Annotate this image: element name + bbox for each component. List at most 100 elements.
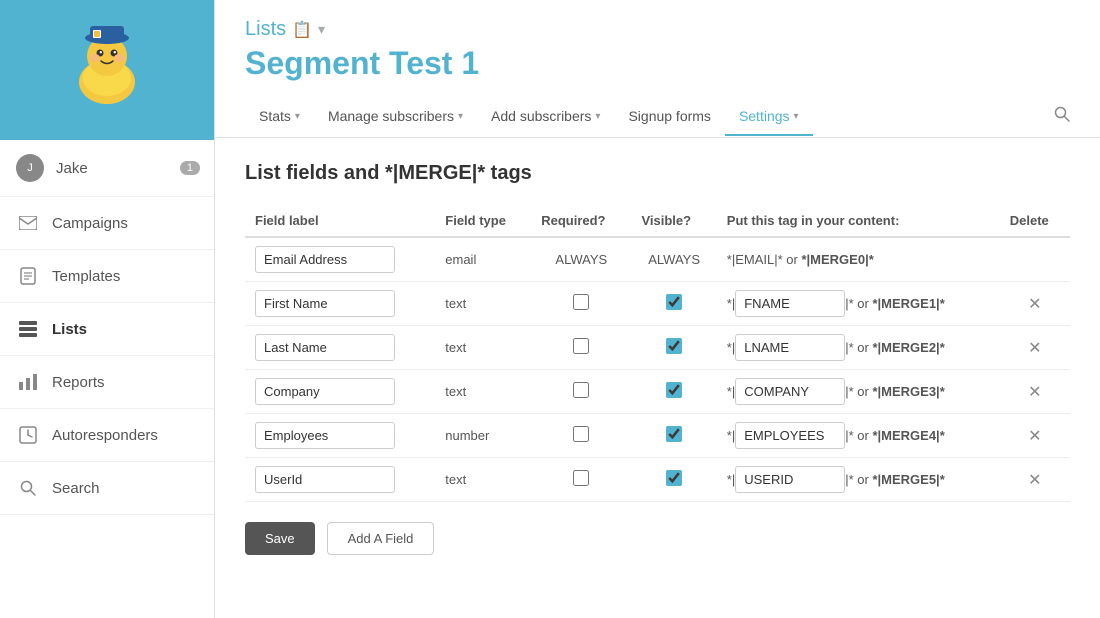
- table-row: text *||* or *|MERGE3|* ✕: [245, 370, 1070, 414]
- visible-cell-0: ALWAYS: [631, 237, 716, 282]
- visible-always-0: ALWAYS: [648, 252, 700, 267]
- sidebar-item-user[interactable]: J Jake 1: [0, 140, 214, 197]
- visible-checkbox-4[interactable]: [666, 426, 682, 442]
- stats-arrow-icon: ▾: [295, 111, 300, 122]
- field-label-input-4[interactable]: [255, 422, 395, 449]
- required-checkbox-4[interactable]: [573, 426, 589, 442]
- sidebar-item-reports[interactable]: Reports: [0, 356, 214, 409]
- required-checkbox-5[interactable]: [573, 470, 589, 486]
- page-title-text: Segment Test: [245, 45, 452, 81]
- delete-button-2[interactable]: ✕: [1022, 336, 1047, 360]
- table-row: email ALWAYS ALWAYS *|EMAIL|* or *|MERGE…: [245, 237, 1070, 282]
- header-search-icon[interactable]: [1040, 96, 1070, 137]
- merge-tag-cell-2: *| |* or *|MERGE2|*: [717, 326, 1000, 370]
- merge-input-4[interactable]: [735, 422, 845, 449]
- sidebar-item-campaigns[interactable]: Campaigns: [0, 197, 214, 250]
- delete-button-1[interactable]: ✕: [1022, 292, 1047, 316]
- add-field-button[interactable]: Add A Field: [327, 522, 435, 555]
- lists-icon: [16, 317, 40, 341]
- delete-button-3[interactable]: ✕: [1022, 380, 1047, 404]
- visible-checkbox-5[interactable]: [666, 470, 682, 486]
- tab-settings-label: Settings: [739, 108, 790, 124]
- merge-tag-cell-5: *| |* or *|MERGE5|*: [717, 458, 1000, 502]
- field-type-0: email: [435, 237, 531, 282]
- required-checkbox-2[interactable]: [573, 338, 589, 354]
- tab-settings[interactable]: Settings ▾: [725, 98, 813, 136]
- field-label-input-1[interactable]: [255, 290, 395, 317]
- merge-pipe-3: *|: [727, 384, 735, 399]
- tab-stats-label: Stats: [259, 108, 291, 124]
- merge-suffix-3: |* or *|MERGE3|*: [845, 384, 945, 399]
- reports-label: Reports: [52, 374, 105, 391]
- sidebar-user-label: Jake: [56, 160, 88, 177]
- field-type-5: text: [435, 458, 531, 502]
- merge-suffix-2: |* or *|MERGE2|*: [845, 340, 945, 355]
- tab-signup-forms[interactable]: Signup forms: [614, 98, 724, 136]
- user-badge: 1: [180, 161, 200, 175]
- sidebar-header: [0, 0, 214, 140]
- tab-stats[interactable]: Stats ▾: [245, 98, 314, 136]
- delete-button-5[interactable]: ✕: [1022, 468, 1047, 492]
- col-required: Required?: [531, 205, 631, 237]
- merge-input-1[interactable]: [735, 290, 845, 317]
- content-area: List fields and *|MERGE|* tags Field lab…: [215, 138, 1100, 618]
- tab-signup-forms-label: Signup forms: [628, 108, 710, 124]
- visible-checkbox-3[interactable]: [666, 382, 682, 398]
- sidebar-item-lists[interactable]: Lists: [0, 303, 214, 356]
- visible-checkbox-2[interactable]: [666, 338, 682, 354]
- delete-cell-0: [1000, 237, 1070, 282]
- sidebar: J Jake 1 Campaigns Templates Lists Repor…: [0, 0, 215, 618]
- manage-subscribers-arrow-icon: ▾: [458, 111, 463, 122]
- page-title: Segment Test 1: [245, 45, 1070, 82]
- table-row: number *| |* or *|MERGE4|* ✕: [245, 414, 1070, 458]
- merge-input-2[interactable]: [735, 334, 845, 361]
- field-type-2: text: [435, 326, 531, 370]
- merge-pipe-1: *|: [727, 296, 735, 311]
- merge-tag-cell-1: *| |* or *|MERGE1|*: [717, 282, 1000, 326]
- merge-suffix-4: |* or *|MERGE4|*: [845, 428, 945, 443]
- col-merge-tag: Put this tag in your content:: [717, 205, 1000, 237]
- nav-tabs: Stats ▾ Manage subscribers ▾ Add subscri…: [215, 96, 1100, 138]
- action-buttons: Save Add A Field: [245, 522, 1070, 555]
- merge-pipe-5: *|: [727, 472, 735, 487]
- field-label-input-5[interactable]: [255, 466, 395, 493]
- tab-add-subscribers[interactable]: Add subscribers ▾: [477, 98, 614, 136]
- search-icon: [16, 476, 40, 500]
- field-label-input-2[interactable]: [255, 334, 395, 361]
- merge-input-3[interactable]: [735, 378, 845, 405]
- required-always-0: ALWAYS: [555, 252, 607, 267]
- save-button[interactable]: Save: [245, 522, 315, 555]
- field-type-1: text: [435, 282, 531, 326]
- section-title: List fields and *|MERGE|* tags: [245, 162, 1070, 185]
- col-field-type: Field type: [435, 205, 531, 237]
- merge-tag-cell-0: *|EMAIL|* or *|MERGE0|*: [717, 237, 1000, 282]
- sidebar-item-autoresponders[interactable]: Autoresponders: [0, 409, 214, 462]
- required-checkbox-3[interactable]: [573, 382, 589, 398]
- merge-input-5[interactable]: [735, 466, 845, 493]
- merge-pipe-4: *|: [727, 428, 735, 443]
- fields-table: Field label Field type Required? Visible…: [245, 205, 1070, 502]
- tab-manage-subscribers[interactable]: Manage subscribers ▾: [314, 98, 477, 136]
- required-checkbox-1[interactable]: [573, 294, 589, 310]
- settings-arrow-icon: ▾: [794, 111, 799, 122]
- autoresponders-icon: [16, 423, 40, 447]
- reports-icon: [16, 370, 40, 394]
- field-label-input-0[interactable]: [255, 246, 395, 273]
- lists-label: Lists: [52, 321, 87, 338]
- merge-suffix-1: |* or *|MERGE1|*: [845, 296, 945, 311]
- merge-suffix-5: |* or *|MERGE5|*: [845, 472, 945, 487]
- field-label-input-3[interactable]: [255, 378, 395, 405]
- breadcrumb[interactable]: Lists: [245, 18, 286, 41]
- col-delete: Delete: [1000, 205, 1070, 237]
- page-title-suffix: 1: [461, 45, 479, 81]
- autoresponders-label: Autoresponders: [52, 427, 158, 444]
- add-subscribers-arrow-icon: ▾: [595, 111, 600, 122]
- merge-pipe-2: *|: [727, 340, 735, 355]
- visible-checkbox-1[interactable]: [666, 294, 682, 310]
- field-type-4: number: [435, 414, 531, 458]
- sidebar-item-templates[interactable]: Templates: [0, 250, 214, 303]
- col-visible: Visible?: [631, 205, 716, 237]
- sidebar-item-search[interactable]: Search: [0, 462, 214, 515]
- delete-button-4[interactable]: ✕: [1022, 424, 1047, 448]
- merge-tag-text-0: *|EMAIL|* or *|MERGE0|*: [727, 252, 874, 267]
